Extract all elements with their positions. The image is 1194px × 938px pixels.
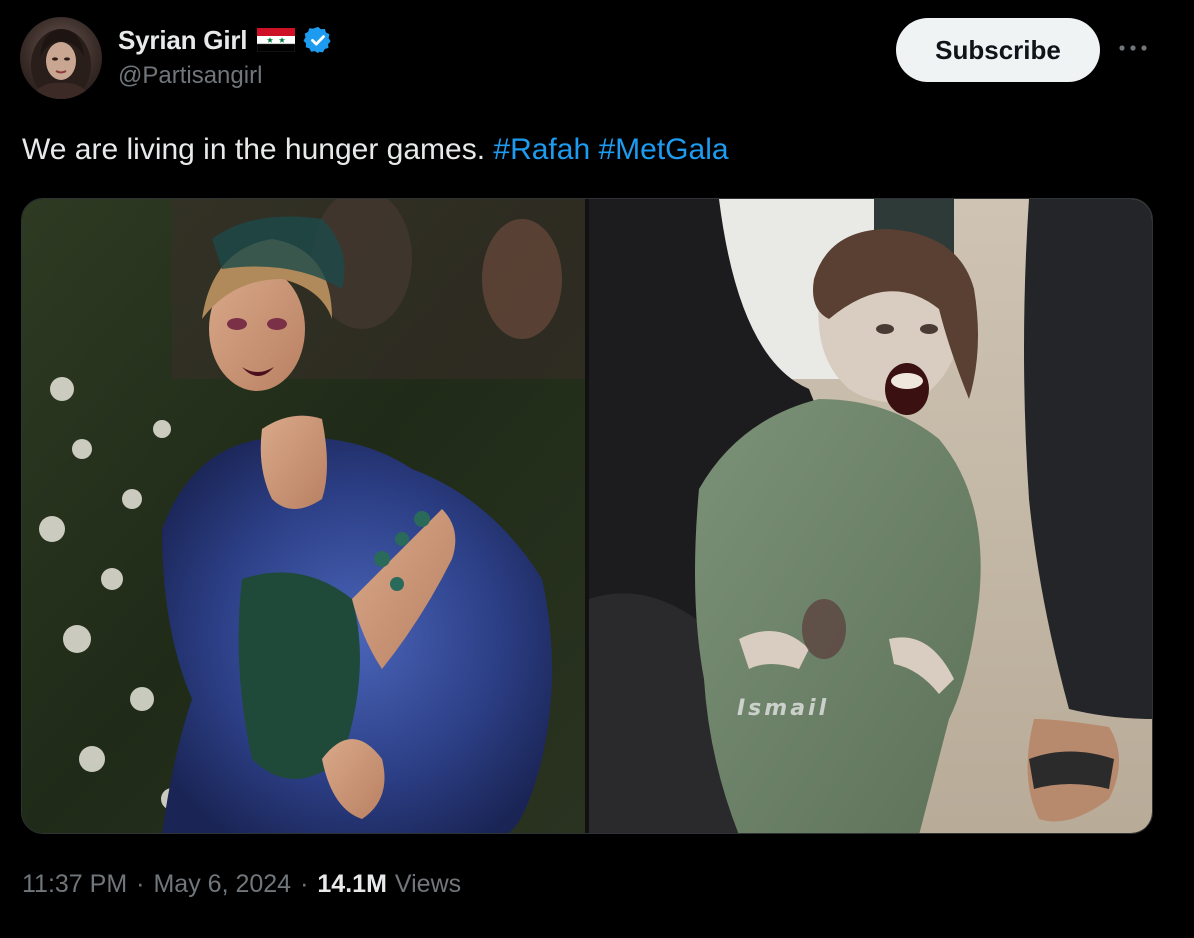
avatar-image bbox=[30, 29, 92, 99]
subscribe-button[interactable]: Subscribe bbox=[896, 18, 1100, 82]
display-name[interactable]: Syrian Girl bbox=[118, 25, 248, 56]
views-label: Views bbox=[394, 870, 462, 898]
tweet-text: We are living in the hunger games. #Rafa… bbox=[22, 128, 729, 172]
verified-badge-icon bbox=[303, 25, 333, 55]
author-name-row[interactable]: Syrian Girl bbox=[118, 22, 333, 58]
author-handle[interactable]: @Partisangirl bbox=[118, 62, 333, 90]
tweet-date[interactable]: May 6, 2024 bbox=[153, 870, 291, 899]
hashtag-rafah[interactable]: #Rafah bbox=[493, 133, 590, 166]
photo-watermark: Ismail bbox=[737, 696, 830, 721]
tweet: Syrian Girl @Partisangirl Subscribe We a… bbox=[0, 0, 1194, 938]
syria-flag-icon bbox=[257, 28, 296, 53]
meta-separator-2: · bbox=[300, 870, 309, 898]
photo-right-image bbox=[589, 199, 1152, 833]
media-photo-left[interactable] bbox=[22, 199, 585, 833]
photo-left-image bbox=[22, 199, 585, 833]
hashtag-metgala[interactable]: #MetGala bbox=[598, 133, 728, 166]
tweet-time[interactable]: 11:37 PM bbox=[22, 870, 127, 899]
media-grid: Ismail bbox=[21, 198, 1153, 834]
media-photo-right[interactable]: Ismail bbox=[589, 199, 1152, 833]
meta-separator-1: · bbox=[136, 870, 145, 898]
tweet-meta: 11:37 PM · May 6, 2024 · 14.1M Views bbox=[22, 870, 461, 899]
avatar[interactable] bbox=[20, 17, 102, 99]
views-count: 14.1M bbox=[317, 870, 387, 898]
tweet-body-text: We are living in the hunger games. bbox=[22, 133, 486, 166]
more-horizontal-icon[interactable] bbox=[1114, 36, 1154, 60]
author-block: Syrian Girl @Partisangirl bbox=[118, 22, 333, 90]
